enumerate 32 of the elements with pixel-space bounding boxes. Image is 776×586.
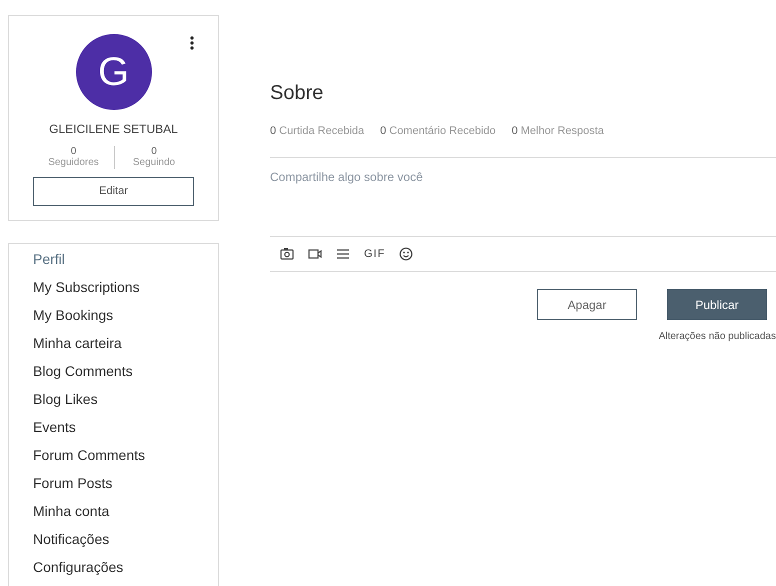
menu-item[interactable]: Minha conta [33,496,218,524]
camera-icon[interactable] [280,246,294,261]
menu-item[interactable]: Blog Comments [33,356,218,384]
menu-item[interactable]: Events [33,412,218,440]
stat-text: 0 Melhor Resposta [512,124,604,139]
stat-text: 0 Curtida Recebida [270,124,364,139]
stat-label: Seguindo [132,157,176,169]
publish-button[interactable]: Publicar [667,289,767,320]
status-text: Alterações não publicadas [658,330,776,344]
menu-item[interactable]: Minha carteira [33,328,218,356]
menu-item[interactable]: Forum Posts [33,468,218,496]
user-name: GLEICILENE SETUBAL [49,121,178,138]
gif-button[interactable]: GIF [364,246,386,262]
menu-item[interactable]: Configurações [33,552,218,580]
menu-item[interactable]: Perfil [33,244,218,272]
stat-count: 0 [151,146,157,157]
menu-item[interactable]: Blog Likes [33,384,218,412]
stat-text: 0 Comentário Recebido [380,124,496,139]
menu-item[interactable]: My Bookings [33,300,218,328]
stat-count: 0 [70,146,76,157]
video-camera-icon[interactable] [308,246,322,261]
menu-item[interactable]: Notificações [33,524,218,552]
edit-button[interactable]: Editar [33,177,194,206]
more-options-icon[interactable] [190,36,194,50]
section-title: Sobre [270,81,324,105]
stat-label: Seguidores [48,157,99,169]
delete-button[interactable]: Apagar [537,289,637,320]
divider-icon[interactable] [336,246,350,261]
menu-item[interactable]: My Subscriptions [33,272,218,300]
avatar: G [76,34,152,110]
menu-item[interactable]: Forum Comments [33,440,218,468]
emoji-icon[interactable] [399,246,414,261]
